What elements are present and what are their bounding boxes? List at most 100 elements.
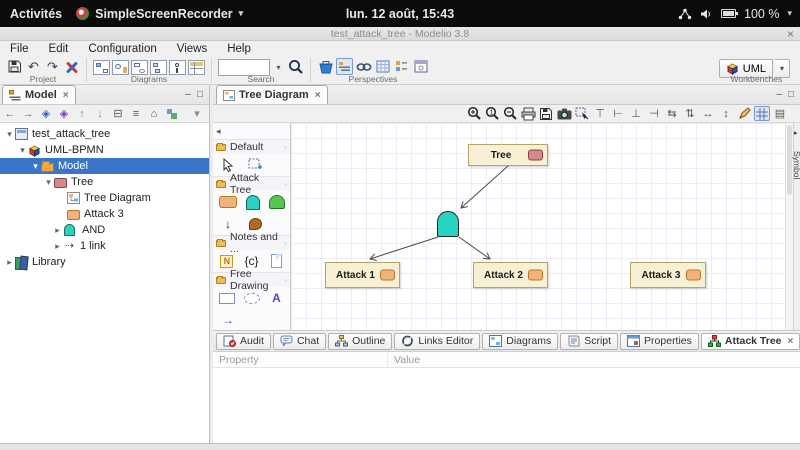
align-top-icon[interactable]: ⊤ [592,106,608,121]
attack-node-tool[interactable] [219,194,237,210]
tree-item-project[interactable]: ▾ test_attack_tree [0,126,209,142]
diagram-edit-icon[interactable]: ▤ [772,106,788,121]
align-bottom-icon[interactable]: ⊥ [628,106,644,121]
tab-properties[interactable]: Properties [620,333,699,350]
node-attack2[interactable]: Attack 2 [473,262,548,288]
style-pen-icon[interactable] [736,106,752,121]
audit-perspective-icon[interactable] [393,58,410,75]
constraint-tool[interactable]: {c} [244,253,260,269]
rectangle-tool[interactable] [219,290,235,306]
composite-diagram-icon[interactable] [150,58,167,75]
flat-view-icon[interactable]: ≡ [128,106,144,121]
view-menu-icon[interactable]: ▾ [189,106,205,121]
node-attack3[interactable]: Attack 3 [630,262,706,288]
save-icon[interactable] [6,58,23,75]
related-prev-icon[interactable]: ◈ [38,106,54,121]
move-up-icon[interactable]: ↑ [74,106,90,121]
expander-icon[interactable]: ▾ [30,161,41,172]
stretch-horizontal-icon[interactable]: ↔ [700,106,716,121]
collapse-all-icon[interactable]: ⊟ [110,106,126,121]
search-icon[interactable] [287,58,304,75]
expander-icon[interactable]: ▸ [4,257,15,268]
maximize-view-button[interactable]: □ [788,89,794,100]
expander-icon[interactable]: ▾ [17,145,28,156]
window-close-button[interactable]: × [787,29,794,39]
expander-icon[interactable]: ▸ [52,225,63,236]
tree-item-attack3[interactable]: Attack 3 [0,206,209,222]
menu-edit[interactable]: Edit [39,43,79,55]
use-case-diagram-icon[interactable] [112,58,129,75]
tab-chat[interactable]: Chat [273,333,326,350]
tab-outline[interactable]: Outline [328,333,392,350]
menu-help[interactable]: Help [217,43,261,55]
palette-group-attack-tree[interactable]: Attack Tree ◦ [213,176,290,191]
line-tool[interactable]: → [219,312,237,328]
ellipse-tool[interactable] [244,290,260,306]
minimize-view-button[interactable]: – [776,89,782,100]
tree-item-uml-bpmn[interactable]: ▾ UML-BPMN [0,142,209,158]
tab-links-editor[interactable]: Links Editor [394,333,480,350]
swap-vertical-icon[interactable]: ⇅ [682,106,698,121]
zoom-area-icon[interactable] [574,106,590,121]
palette-group-free-drawing[interactable]: Free Drawing ◦ [213,272,290,287]
or-gate-tool[interactable] [269,194,285,210]
zoom-out-icon[interactable] [502,106,518,121]
links-perspective-icon[interactable] [355,58,372,75]
menu-views[interactable]: Views [167,43,217,55]
select-tool[interactable] [219,157,237,173]
node-tree[interactable]: Tree [468,144,548,166]
menu-configuration[interactable]: Configuration [78,43,166,55]
column-property[interactable]: Property [213,352,388,367]
window-perspective-icon[interactable] [412,58,429,75]
tab-tree-diagram[interactable]: Tree Diagram × [216,85,328,104]
note-tool[interactable]: N [219,253,235,269]
menu-file[interactable]: File [0,43,39,55]
tab-attack-tree[interactable]: Attack Tree × [701,333,800,350]
tab-audit[interactable]: Audit [216,333,271,350]
explorer-perspective-icon[interactable] [336,58,353,75]
diagram-canvas[interactable]: Tree Attack 1 Attack 2 Attack 3 [291,123,785,330]
object-diagram-icon[interactable] [131,58,148,75]
document-tool[interactable] [268,253,284,269]
countermeasure-tool[interactable] [246,216,264,232]
view-config-icon[interactable] [164,106,180,121]
maximize-view-button[interactable]: □ [197,89,203,100]
expander-icon[interactable]: ▸ [52,241,63,252]
node-attack1[interactable]: Attack 1 [325,262,400,288]
close-icon[interactable]: × [63,90,69,101]
tree-item-library[interactable]: ▸ Library [0,254,209,270]
tab-script[interactable]: Script [560,333,618,350]
expander-icon[interactable]: ▾ [43,177,54,188]
palette-collapse-icon[interactable]: ◂ [216,126,221,136]
matrix-diagram-icon[interactable] [188,58,205,75]
home-icon[interactable]: ⌂ [146,106,162,121]
system-tray[interactable]: 100 % ▾ [678,7,800,21]
tree-item-link[interactable]: ▸ ⇢ 1 link [0,238,209,254]
close-icon[interactable]: × [315,90,321,101]
link-tool[interactable]: ↓ [219,216,237,232]
palette-group-notes[interactable]: Notes and ... ◦ [213,235,290,250]
and-gate[interactable] [437,211,459,237]
redo-icon[interactable]: ↷ [44,58,61,75]
grid-toggle-icon[interactable] [754,106,770,121]
column-value[interactable]: Value [388,354,420,366]
tree-item-and[interactable]: ▸ AND [0,222,209,238]
align-left-icon[interactable]: ⊢ [610,106,626,121]
text-tool[interactable]: A [269,290,284,306]
nav-back-icon[interactable]: ← [2,106,18,121]
symbol-side-tab[interactable]: ▸ Symbol [793,123,800,330]
related-next-icon[interactable]: ◈ [56,106,72,121]
tree-item-model[interactable]: ▾ Model [0,158,209,174]
print-icon[interactable] [520,106,536,121]
stretch-vertical-icon[interactable]: ↕ [718,106,734,121]
tree-item-tree-diagram[interactable]: Tree Diagram [0,190,209,206]
tab-diagrams[interactable]: Diagrams [482,333,558,350]
undo-icon[interactable]: ↶ [25,58,42,75]
screenshot-icon[interactable] [556,106,572,121]
property-table-body[interactable] [213,368,800,443]
matrix-perspective-icon[interactable] [374,58,391,75]
nav-forward-icon[interactable]: → [20,106,36,121]
class-diagram-icon[interactable] [93,58,110,75]
tree-item-tree[interactable]: ▾ Tree [0,174,209,190]
activity-diagram-icon[interactable] [169,58,186,75]
